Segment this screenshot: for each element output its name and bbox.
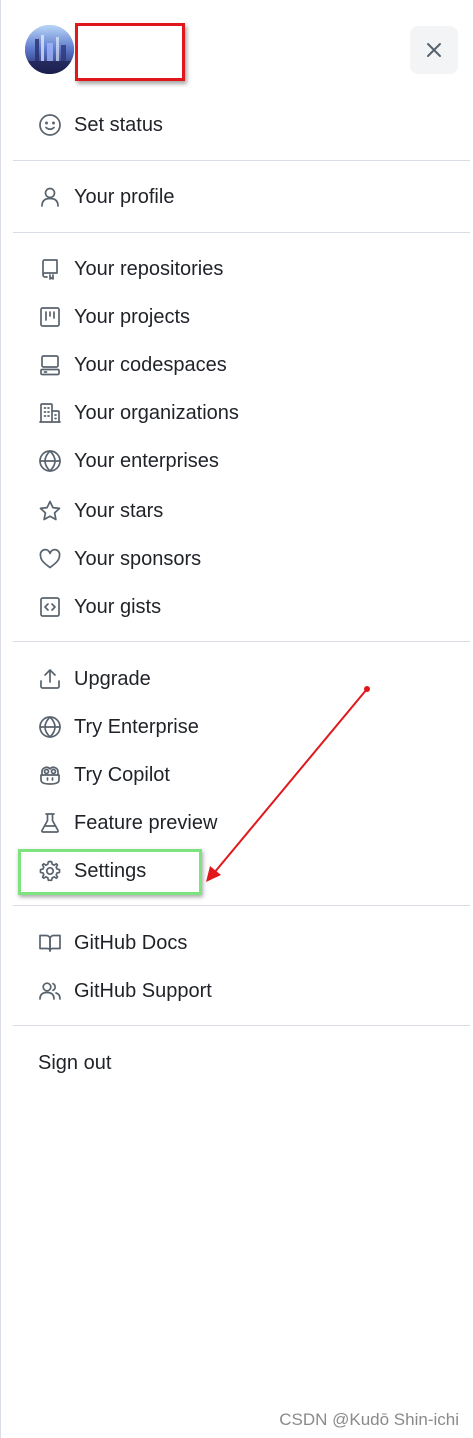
repo-icon <box>37 256 63 282</box>
people-icon <box>37 978 63 1004</box>
menu-item-label: Your projects <box>74 306 190 328</box>
divider <box>13 905 470 906</box>
divider <box>13 232 470 233</box>
menu-item-label: Your codespaces <box>74 354 227 376</box>
menu-header <box>1 0 473 100</box>
copilot-icon <box>37 762 63 788</box>
gear-icon <box>37 858 63 884</box>
codespaces-icon <box>37 352 63 378</box>
menu-item-your-codespaces[interactable]: Your codespaces <box>25 343 457 387</box>
menu-item-label: Your stars <box>74 500 164 522</box>
menu-item-label: Your enterprises <box>74 450 219 472</box>
menu-item-label: Your profile <box>74 186 175 208</box>
menu-item-try-copilot[interactable]: Try Copilot <box>25 753 457 797</box>
redacted-username <box>75 23 185 81</box>
globe-icon <box>37 714 63 740</box>
divider <box>13 160 470 161</box>
menu-item-label: Your repositories <box>74 258 224 280</box>
menu-item-your-stars[interactable]: Your stars <box>25 489 457 533</box>
menu-item-label: Set status <box>74 114 163 136</box>
divider <box>13 1025 470 1026</box>
menu-item-label: GitHub Support <box>74 980 212 1002</box>
menu-item-label: Settings <box>74 860 147 882</box>
menu-item-your-enterprises[interactable]: Your enterprises <box>25 439 457 483</box>
divider <box>13 641 470 642</box>
project-icon <box>37 304 63 330</box>
x-icon <box>427 43 441 57</box>
menu-item-your-sponsors[interactable]: Your sponsors <box>25 537 457 581</box>
menu-item-upgrade[interactable]: Upgrade <box>25 657 457 701</box>
menu-item-your-profile[interactable]: Your profile <box>25 175 457 219</box>
menu-item-try-enterprise[interactable]: Try Enterprise <box>25 705 457 749</box>
menu-item-label: Feature preview <box>74 812 218 834</box>
book-icon <box>37 930 63 956</box>
user-menu-panel: Set status Your profile Your repositorie… <box>0 0 473 1438</box>
menu-item-set-status[interactable]: Set status <box>25 103 457 147</box>
user-avatar[interactable] <box>25 25 74 74</box>
smiley-icon <box>37 112 63 138</box>
close-button[interactable] <box>410 26 458 74</box>
globe-icon <box>37 448 63 474</box>
menu-item-label: Sign out <box>38 1052 112 1074</box>
menu-item-your-organizations[interactable]: Your organizations <box>25 391 457 435</box>
menu-item-github-support[interactable]: GitHub Support <box>25 969 457 1013</box>
menu-item-github-docs[interactable]: GitHub Docs <box>25 921 457 965</box>
code-square-icon <box>37 594 63 620</box>
menu-item-label: Your gists <box>74 596 162 618</box>
menu-item-sign-out[interactable]: Sign out <box>25 1041 457 1085</box>
star-icon <box>37 498 63 524</box>
beaker-icon <box>37 810 63 836</box>
person-icon <box>37 184 63 210</box>
menu-item-settings[interactable]: Settings <box>25 849 457 893</box>
menu-item-label: GitHub Docs <box>74 932 188 954</box>
menu-item-your-projects[interactable]: Your projects <box>25 295 457 339</box>
upload-icon <box>37 666 63 692</box>
menu-item-label: Upgrade <box>74 668 151 690</box>
menu-item-feature-preview[interactable]: Feature preview <box>25 801 457 845</box>
heart-icon <box>37 546 63 572</box>
menu-item-label: Your sponsors <box>74 548 202 570</box>
menu-item-label: Your organizations <box>74 402 239 424</box>
menu-item-label: Try Enterprise <box>74 716 199 738</box>
watermark: CSDN @Kudō Shin-ichi <box>279 1410 459 1429</box>
organization-icon <box>37 400 63 426</box>
menu-item-your-gists[interactable]: Your gists <box>25 585 457 629</box>
menu-item-your-repositories[interactable]: Your repositories <box>25 247 457 291</box>
menu-item-label: Try Copilot <box>74 764 170 786</box>
avatar-image <box>25 25 74 74</box>
